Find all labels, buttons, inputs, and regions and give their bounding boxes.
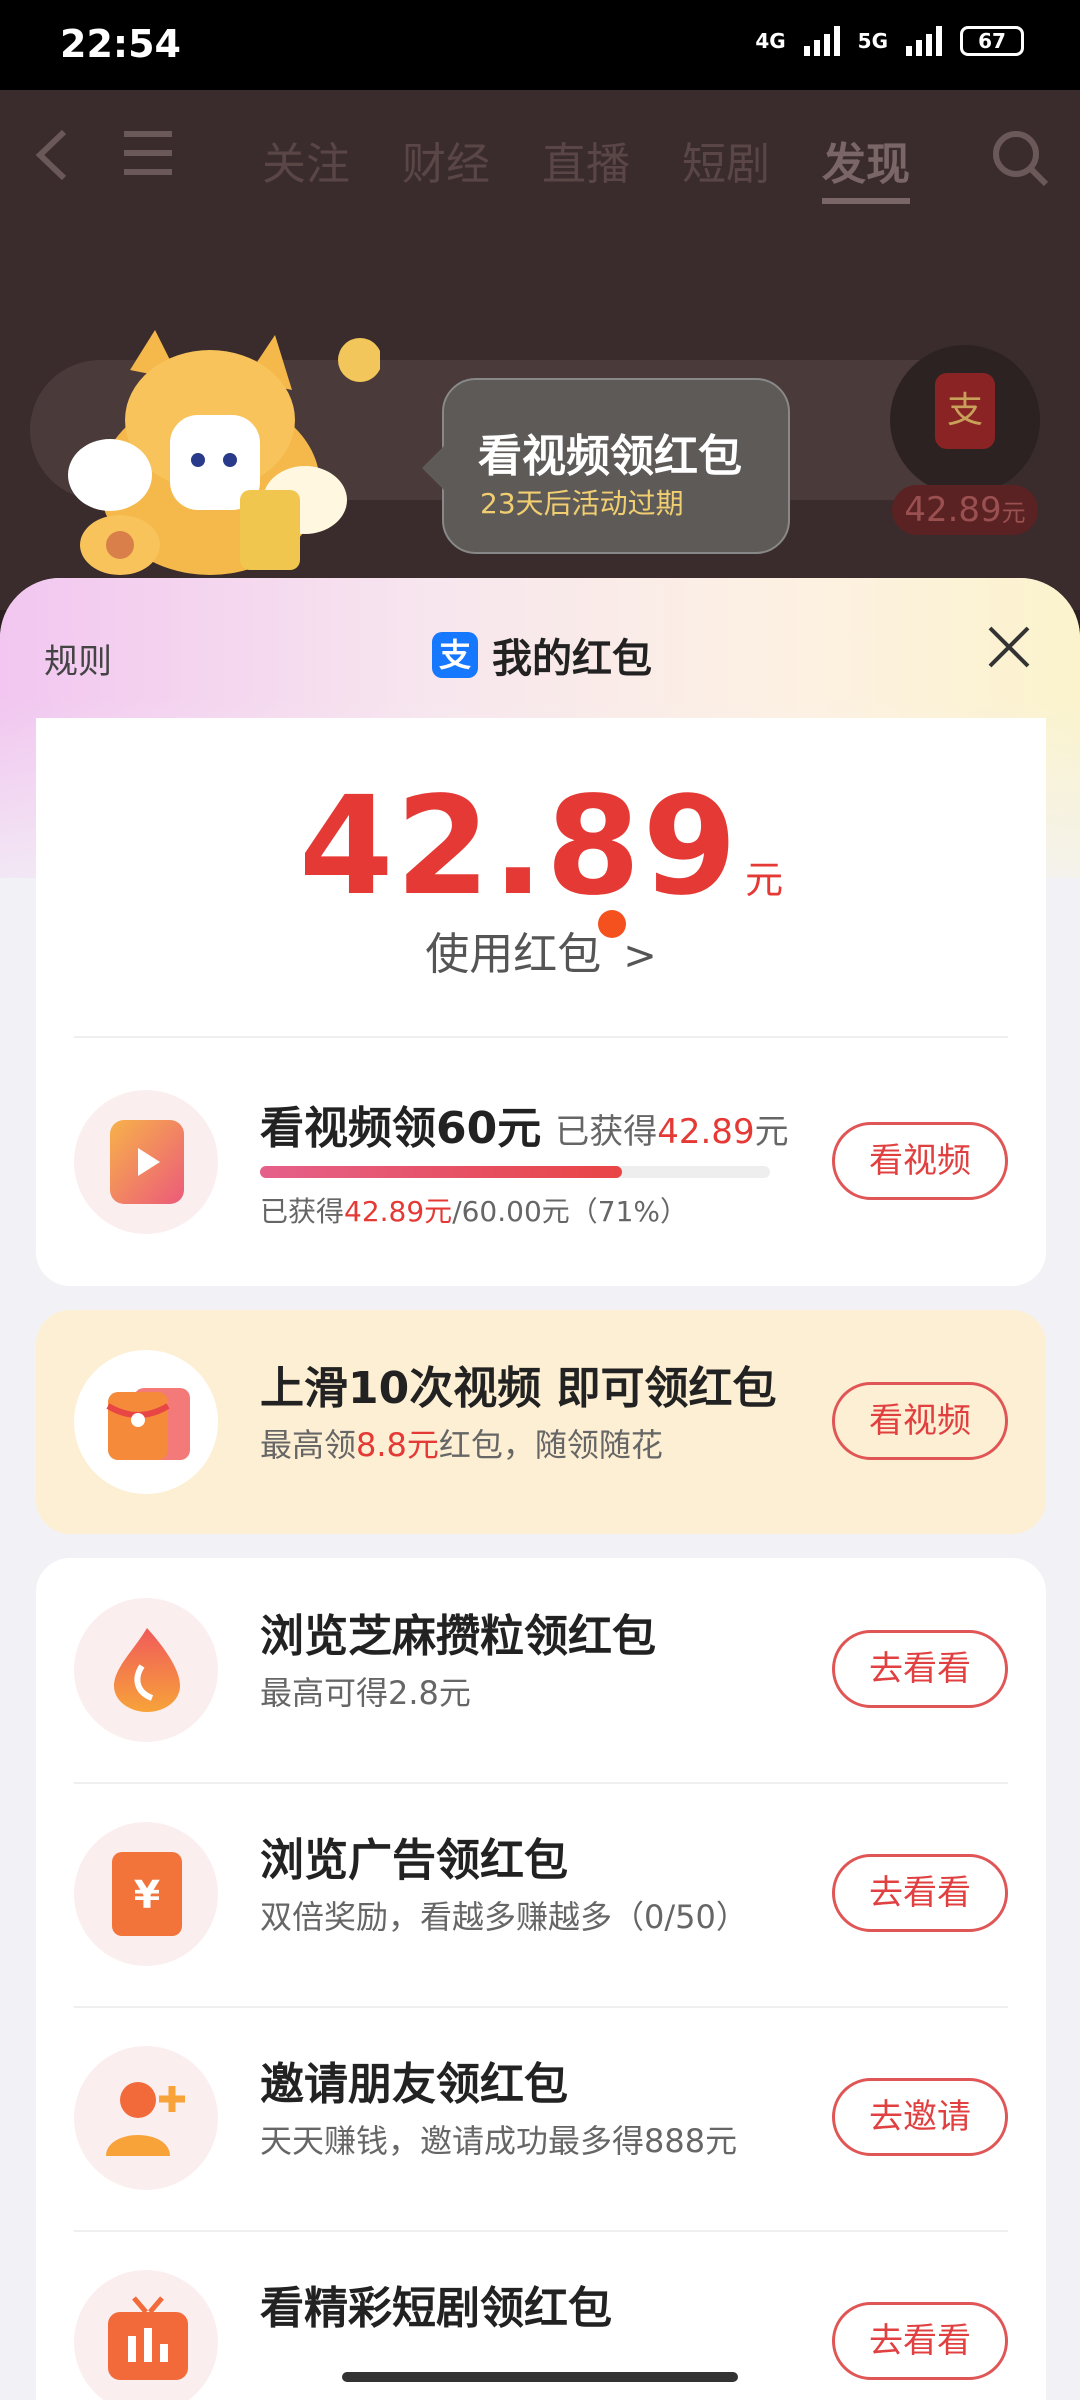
signal-icon — [803, 26, 840, 56]
status-icons: 4G 5G 67 — [755, 26, 1024, 56]
alipay-icon: 支 — [432, 632, 478, 678]
divider — [74, 2006, 1008, 2008]
swipe-task-icon-bg — [74, 1350, 218, 1494]
go-look-button[interactable]: 去看看 — [832, 2302, 1008, 2380]
watch-video-button[interactable]: 看视频 — [832, 1122, 1008, 1200]
tab-short-drama[interactable]: 短剧 — [682, 128, 770, 204]
use-redpacket-label: 使用红包 — [425, 929, 602, 980]
task-row-invite: 邀请朋友领红包 天天赚钱，邀请成功最多得888元 去邀请 — [74, 2016, 1008, 2196]
tab-finance[interactable]: 财经 — [402, 128, 490, 204]
task-subtitle: 最高可得2.8元 — [260, 1674, 471, 1712]
task-icon-bg — [74, 2270, 218, 2400]
task-list-card: 浏览芝麻攒粒领红包 最高可得2.8元 去看看 ¥ 浏览广告领红包 双倍奖励，看越… — [36, 1558, 1046, 2400]
video-task-title: 看视频领60元 已获得42.89元 — [260, 1092, 789, 1156]
tooltip-title: 看视频领红包 — [478, 431, 742, 482]
status-time: 22:54 — [60, 22, 181, 66]
tab-follow[interactable]: 关注 — [262, 128, 350, 204]
close-icon[interactable] — [984, 622, 1034, 672]
swipe-watch-video-button[interactable]: 看视频 — [832, 1382, 1008, 1460]
status-bar: 22:54 4G 5G 67 — [0, 0, 1080, 90]
task-title: 浏览芝麻攒粒领红包 — [260, 1611, 656, 1662]
svg-text:¥: ¥ — [134, 1873, 160, 1917]
redpacket-icon — [106, 1388, 190, 1460]
sheet-title-text: 我的红包 — [492, 636, 652, 682]
tv-icon — [108, 2296, 188, 2380]
network-4g-label: 4G — [755, 29, 786, 53]
invite-button[interactable]: 去邀请 — [832, 2078, 1008, 2156]
video-task-earned: 已获得42.89元 — [555, 1112, 789, 1152]
balance-card: 42.89 元 使用红包 > 看视频领60元 已获得42.89元 已获得42.8… — [36, 718, 1046, 1286]
swipe-task-row: 上滑10次视频 即可领红包 最高领8.8元红包，随领随花 看视频 — [74, 1320, 1008, 1500]
task-title: 邀请朋友领红包 — [260, 2059, 568, 2110]
search-icon[interactable] — [990, 128, 1050, 201]
tooltip-arrow — [422, 446, 444, 490]
task-row-ads: ¥ 浏览广告领红包 双倍奖励，看越多赚越多（0/50） 去看看 — [74, 1792, 1008, 1972]
balance-unit: 元 — [745, 858, 784, 902]
battery-icon: 67 — [960, 26, 1024, 56]
redpacket-icon: 支 — [935, 373, 995, 449]
play-video-icon — [110, 1120, 184, 1204]
divider — [74, 1782, 1008, 1784]
use-redpacket-link[interactable]: 使用红包 > — [36, 910, 1046, 982]
notification-dot — [598, 910, 626, 938]
rules-link[interactable]: 规则 — [44, 634, 112, 683]
video-task-progress — [260, 1166, 770, 1178]
back-icon[interactable] — [30, 128, 80, 195]
divider — [74, 2230, 1008, 2232]
balance-amount: 42.89 元 — [36, 768, 1046, 926]
top-nav: 关注 财经 直播 短剧 发现 — [0, 90, 1080, 220]
task-title: 看精彩短剧领红包 — [260, 2283, 612, 2334]
video-task-row: 看视频领60元 已获得42.89元 已获得42.89元/60.00元（71%） 看… — [74, 1060, 1008, 1240]
go-look-button[interactable]: 去看看 — [832, 1854, 1008, 1932]
tab-discover[interactable]: 发现 — [822, 128, 910, 204]
task-title: 浏览广告领红包 — [260, 1835, 568, 1886]
tooltip-bubble: 看视频领红包 23天后活动过期 — [422, 378, 790, 554]
add-friend-icon — [106, 2082, 185, 2156]
task-subtitle: 双倍奖励，看越多赚越多（0/50） — [260, 1898, 748, 1936]
cat-mascot-icon — [68, 330, 380, 575]
task-subtitle: 天天赚钱，邀请成功最多得888元 — [260, 2122, 738, 2160]
sheet-title: 支 我的红包 — [432, 626, 652, 684]
home-indicator[interactable] — [342, 2372, 738, 2382]
task-icon-bg: ¥ — [74, 1822, 218, 1966]
menu-icon[interactable] — [120, 128, 176, 191]
swipe-task-title: 上滑10次视频 即可领红包 — [260, 1363, 777, 1414]
floating-redpacket-badge[interactable]: 支 — [890, 345, 1040, 495]
swipe-task-subtitle: 最高领8.8元红包，随领随花 — [260, 1426, 663, 1464]
video-task-progress-text: 已获得42.89元/60.00元（71%） — [260, 1195, 689, 1228]
video-task-progress-fill — [260, 1166, 623, 1178]
chevron-right-icon: > — [623, 933, 657, 979]
network-5g-label: 5G — [857, 29, 888, 53]
yuan-icon: ¥ — [112, 1852, 182, 1936]
divider — [74, 1036, 1008, 1038]
tab-live[interactable]: 直播 — [542, 128, 630, 204]
signal-icon-2 — [906, 26, 942, 56]
swipe-task-card: 上滑10次视频 即可领红包 最高领8.8元红包，随领随花 看视频 — [36, 1310, 1046, 1534]
floating-amount-pill: 42.89元 — [892, 485, 1038, 535]
video-task-icon-bg — [74, 1090, 218, 1234]
task-row-sesame: 浏览芝麻攒粒领红包 最高可得2.8元 去看看 — [74, 1568, 1008, 1748]
task-icon-bg — [74, 1598, 218, 1742]
tooltip-subtitle: 23天后活动过期 — [480, 487, 684, 520]
task-icon-bg — [74, 2046, 218, 2190]
tab-bar: 关注 财经 直播 短剧 发现 — [262, 128, 910, 204]
balance-value: 42.89 — [298, 768, 740, 926]
sesame-drop-icon — [114, 1628, 180, 1712]
video-task-title-text: 看视频领60元 — [260, 1103, 542, 1154]
redpacket-sheet: 规则 支 我的红包 42.89 元 使用红包 > 看视频领60元 已获得42.89元 — [0, 578, 1080, 2400]
go-look-button[interactable]: 去看看 — [832, 1630, 1008, 1708]
